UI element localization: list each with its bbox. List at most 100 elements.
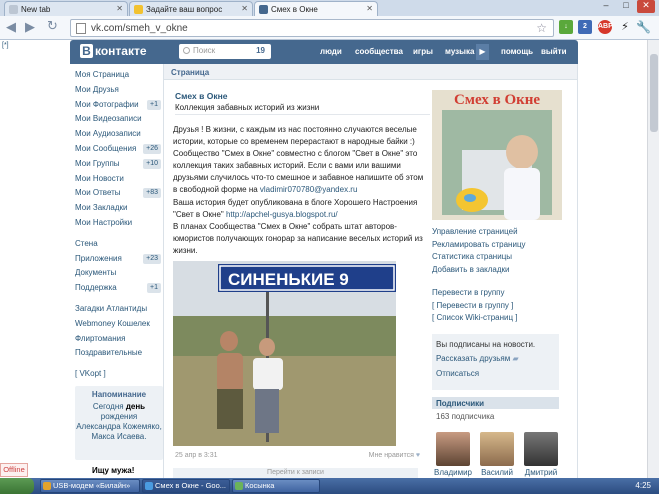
- menu-item-label: Мои Аудиозаписи: [75, 129, 141, 139]
- menu-item[interactable]: Мои Новости: [75, 172, 163, 187]
- minimize-icon[interactable]: –: [597, 0, 615, 13]
- menu-item[interactable]: Документы: [75, 266, 163, 281]
- bookmark-star-icon[interactable]: ☆: [536, 21, 547, 35]
- count-badge[interactable]: +1: [147, 99, 161, 110]
- menu-item[interactable]: Перевести в группу: [432, 288, 518, 301]
- start-button[interactable]: [0, 478, 34, 494]
- nav-logout[interactable]: выйти: [541, 47, 567, 56]
- community-cover[interactable]: Смех в Окне: [432, 90, 562, 220]
- task-browser[interactable]: Смех в Окне - Goo...: [142, 479, 230, 493]
- avatar[interactable]: [480, 432, 514, 466]
- menu-item[interactable]: Мои Ответы +83: [75, 186, 163, 201]
- adblock-icon[interactable]: ABP: [598, 20, 613, 34]
- close-icon[interactable]: ✕: [116, 4, 123, 13]
- menu-item[interactable]: Мои Аудиозаписи: [75, 127, 163, 142]
- menu-item[interactable]: Поддержка +1: [75, 281, 163, 296]
- blog-link[interactable]: http://apchel-gusya.blogspot.ru/: [226, 210, 338, 219]
- menu-item[interactable]: Мои Закладки: [75, 201, 163, 216]
- page-actions: Управление страницей Рекламировать страни…: [432, 227, 526, 277]
- extension-icon[interactable]: 2: [578, 20, 592, 34]
- nav-communities[interactable]: сообщества: [355, 47, 403, 56]
- post-photo[interactable]: СИНЕНЬКИЕ 9: [173, 261, 396, 446]
- menu-item[interactable]: Рекламировать страницу: [432, 240, 526, 253]
- count-badge[interactable]: +10: [143, 158, 161, 169]
- back-icon[interactable]: ◀: [6, 20, 16, 34]
- unsubscribe-link[interactable]: Отписаться: [436, 369, 559, 378]
- menu-item[interactable]: Загадки Атлантиды: [75, 302, 163, 317]
- go-to-post-button[interactable]: Перейти к записи: [173, 468, 418, 478]
- page-icon: [76, 23, 86, 34]
- count-badge[interactable]: +23: [143, 253, 161, 264]
- tab-label: Задайте ваш вопрос: [146, 5, 223, 14]
- menu-item[interactable]: Webmoney Кошелек: [75, 317, 163, 332]
- cards-icon: [235, 482, 243, 490]
- wrench-icon[interactable]: 🔧: [636, 20, 651, 34]
- subscribers-header[interactable]: Подписчики: [432, 397, 559, 409]
- menu-item[interactable]: Мои Группы +10: [75, 157, 163, 172]
- vkopt-link[interactable]: [ VKopt ]: [75, 367, 163, 382]
- search-input[interactable]: Поиск 19: [179, 44, 271, 59]
- vk-logo[interactable]: Bконтакте: [80, 44, 147, 58]
- menu-item[interactable]: [ Перевести в группу ]: [432, 301, 518, 314]
- forward-icon[interactable]: ▶: [25, 20, 35, 34]
- cover-title: Смех в Окне: [454, 92, 540, 108]
- count-badge[interactable]: +1: [147, 283, 161, 294]
- menu-item[interactable]: Флиртомания: [75, 332, 163, 347]
- task-solitaire[interactable]: Косынка: [232, 479, 320, 493]
- maximize-icon[interactable]: □: [617, 0, 635, 13]
- menu-item-label: Webmoney Кошелек: [75, 318, 150, 328]
- heart-icon[interactable]: ♥: [416, 452, 420, 459]
- lightning-icon[interactable]: ⚡: [618, 20, 632, 34]
- tell-friends-link[interactable]: Рассказать друзьям: [436, 354, 510, 363]
- menu-item[interactable]: Мои Фотографии +1: [75, 98, 163, 113]
- avatar[interactable]: [436, 432, 470, 466]
- scrollbar-thumb[interactable]: [650, 54, 658, 132]
- reminder-names[interactable]: Александра Кожемяко, Макса Исаева.: [75, 422, 163, 442]
- subscriber-name[interactable]: Владимир: [431, 468, 475, 477]
- close-icon[interactable]: ✕: [241, 4, 248, 13]
- count-badge[interactable]: +26: [143, 143, 161, 154]
- notification-count[interactable]: 19: [256, 46, 265, 55]
- tab-question[interactable]: Задайте ваш вопрос ✕: [129, 1, 253, 16]
- menu-item[interactable]: Стена: [75, 237, 163, 252]
- menu-item[interactable]: Статистика страницы: [432, 252, 526, 265]
- task-usb-modem[interactable]: USB-модем «Билайн»: [40, 479, 140, 493]
- offline-badge[interactable]: Offline: [0, 463, 28, 477]
- like-button[interactable]: Мне нравится: [369, 452, 414, 459]
- menu-item[interactable]: [ Список Wiki-страниц ]: [432, 313, 518, 326]
- email-link[interactable]: vladimir070780@yandex.ru: [260, 185, 358, 194]
- menu-item[interactable]: Моя Страница: [75, 68, 163, 83]
- window-close-icon[interactable]: ✕: [637, 0, 655, 13]
- ad-title[interactable]: Ищу мужа!: [92, 466, 134, 475]
- clock[interactable]: 4:25: [635, 481, 651, 490]
- close-icon[interactable]: ✕: [366, 4, 373, 13]
- scrollbar[interactable]: [647, 40, 659, 478]
- menu-item[interactable]: Поздравительные: [75, 346, 163, 361]
- vkopt-bracket-link[interactable]: [*]: [2, 42, 9, 49]
- nav-help[interactable]: помощь: [501, 47, 533, 56]
- menu-item[interactable]: Управление страницей: [432, 227, 526, 240]
- main-content: Страница Смех в Окне Коллекция забавных …: [163, 64, 578, 478]
- post-date[interactable]: 25 апр в 3:31: [175, 452, 218, 459]
- reload-icon[interactable]: ↻: [47, 19, 58, 33]
- menu-item[interactable]: Добавить в закладки: [432, 265, 526, 278]
- nav-games[interactable]: игры: [413, 47, 433, 56]
- subscriber-name[interactable]: Дмитрий: [519, 468, 563, 477]
- birthday-reminder: Напоминание Сегодня день рождения Алекса…: [75, 386, 163, 460]
- nav-music[interactable]: музыка: [445, 47, 474, 56]
- menu-item[interactable]: Мои Видеозаписи: [75, 112, 163, 127]
- count-badge[interactable]: +83: [143, 188, 161, 199]
- menu-item[interactable]: Приложения +23: [75, 252, 163, 267]
- download-arrow-icon[interactable]: ↓: [559, 20, 573, 34]
- menu-item[interactable]: Мои Сообщения +26: [75, 142, 163, 157]
- tab-smeh-v-okne[interactable]: Смех в Окне ✕: [254, 1, 378, 16]
- subscriber-name[interactable]: Василий: [475, 468, 519, 477]
- menu-item[interactable]: Мои Настройки: [75, 216, 163, 231]
- avatar[interactable]: [524, 432, 558, 466]
- menu-item[interactable]: Мои Друзья: [75, 83, 163, 98]
- play-icon[interactable]: ▶: [476, 44, 489, 60]
- address-bar[interactable]: vk.com/smeh_v_okne ☆: [70, 19, 554, 37]
- subscribers-count[interactable]: 163 подписчика: [436, 412, 494, 421]
- tab-new[interactable]: New tab ✕: [4, 1, 128, 16]
- nav-people[interactable]: люди: [320, 47, 342, 56]
